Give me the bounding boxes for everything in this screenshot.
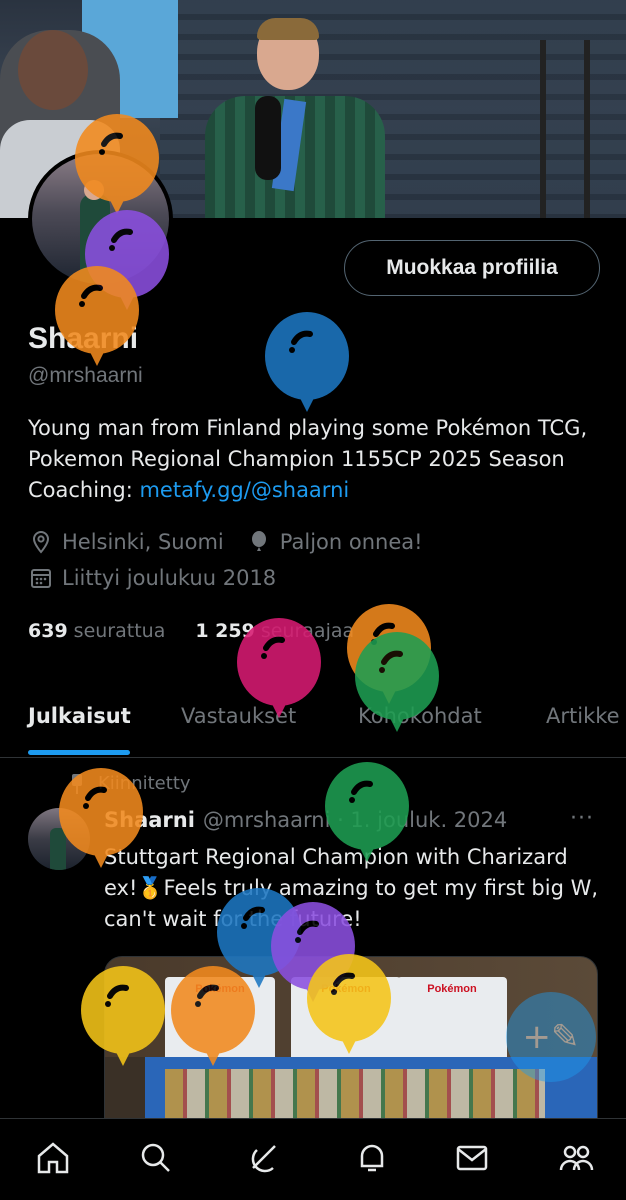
profile-joined-row: Liittyi joulukuu 2018 xyxy=(30,566,300,590)
banner-microphone xyxy=(255,96,281,180)
search-icon[interactable] xyxy=(136,1138,176,1178)
balloon-icon xyxy=(170,966,256,1066)
profile-birthday: Paljon onnea! xyxy=(279,530,423,554)
balloon-icon xyxy=(248,530,270,554)
balloon-icon xyxy=(354,632,440,732)
balloon-icon xyxy=(236,618,322,718)
compose-icon: +✎ xyxy=(522,1017,580,1057)
profile-location: Helsinki, Suomi xyxy=(62,530,224,554)
balloon-icon xyxy=(80,966,166,1066)
notifications-icon[interactable] xyxy=(352,1138,392,1178)
messages-icon[interactable] xyxy=(452,1138,492,1178)
tabs-divider xyxy=(0,757,626,758)
balloon-icon xyxy=(54,266,140,366)
banner-tripod xyxy=(540,40,590,218)
balloon-icon xyxy=(74,114,160,214)
compose-button[interactable]: +✎ xyxy=(506,992,596,1082)
bottom-navigation xyxy=(0,1118,626,1200)
post-header: Shaarni @mrshaarni · 1. jouluk. 2024 xyxy=(104,808,507,832)
bio-link[interactable]: metafy.gg/@shaarni xyxy=(139,478,349,502)
tab-articles[interactable]: Artikke xyxy=(546,704,620,728)
profile-bio: Young man from Finland playing some Poké… xyxy=(28,413,608,506)
edit-profile-button[interactable]: Muokkaa profiilia xyxy=(344,240,600,296)
balloon-icon xyxy=(58,768,144,868)
balloon-icon xyxy=(306,954,392,1054)
following-label: seurattua xyxy=(73,620,166,642)
balloon-icon xyxy=(264,312,350,412)
communities-icon[interactable] xyxy=(556,1138,596,1178)
calendar-icon xyxy=(30,566,52,590)
following-link[interactable]: 639 seurattua xyxy=(28,620,165,642)
home-icon[interactable] xyxy=(33,1138,73,1178)
following-count: 639 xyxy=(28,620,68,642)
profile-joined: Liittyi joulukuu 2018 xyxy=(62,566,277,590)
profile-meta-row: Helsinki, Suomi Paljon onnea! xyxy=(30,530,447,554)
post-more-icon[interactable]: ··· xyxy=(570,806,594,831)
balloon-icon xyxy=(324,762,410,862)
follow-counts: 639 seurattua 1 259 seuraajaa xyxy=(28,620,384,642)
location-icon xyxy=(30,530,52,554)
active-tab-indicator xyxy=(28,750,130,755)
tab-posts[interactable]: Julkaisut xyxy=(28,704,131,728)
grok-icon[interactable] xyxy=(245,1138,285,1178)
